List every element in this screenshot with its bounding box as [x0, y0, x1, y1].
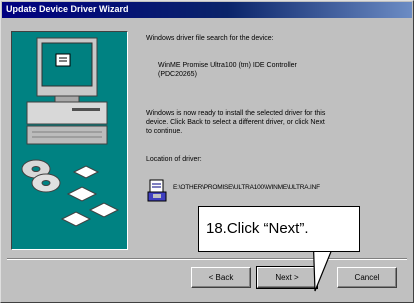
search-result-label: Windows driver file search for the devic… [146, 35, 274, 42]
cd-disc-icon [21, 159, 61, 193]
device-name-line2: (PDC20265) [158, 71, 197, 78]
driver-path: E:\OTHER\PROMISE\ULTRA100\WINME\ULTRA.IN… [173, 184, 320, 191]
wizard-illustration [11, 31, 128, 250]
instruction-callout: 18.Click “Next”. [198, 206, 360, 252]
driver-file-icon [147, 178, 169, 204]
location-label: Location of driver: [146, 156, 202, 163]
floppy-disk-icon [60, 165, 120, 227]
ready-text-line2: device. Click Back to select a different… [146, 119, 325, 126]
title-bar[interactable]: Update Device Driver Wizard [2, 2, 412, 18]
ready-text-line1: Windows is now ready to install the sele… [146, 110, 326, 117]
ready-text-line3: to continue. [146, 128, 183, 135]
window-title: Update Device Driver Wizard [6, 4, 129, 14]
wizard-illustration-art [21, 37, 120, 227]
device-name-line1: WinME Promise Ultra100 (tm) IDE Controll… [158, 62, 297, 69]
wizard-window: Update Device Driver Wizard Windows driv… [0, 0, 414, 303]
back-button[interactable]: < Back [191, 267, 251, 288]
computer-icon [26, 37, 108, 145]
